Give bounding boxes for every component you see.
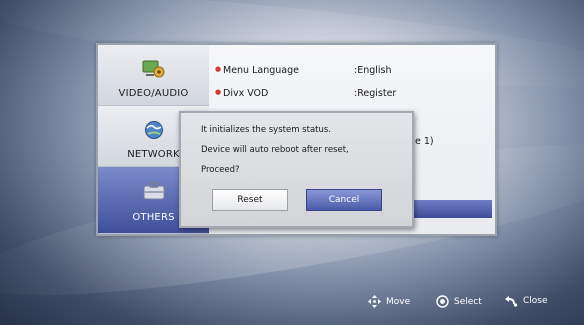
setting-label: Menu Language <box>223 65 299 76</box>
move-hint-label: Move <box>386 296 411 307</box>
close-hint-label: Close <box>523 296 548 306</box>
globe-network-icon <box>145 121 163 139</box>
toolbox-icon <box>143 182 165 200</box>
bullet-icon: ● <box>215 88 222 96</box>
select-hint: Select <box>436 295 482 308</box>
move-hint: Move <box>368 295 410 308</box>
setting-row-menu-language[interactable]: ● Menu Language :English <box>209 62 495 82</box>
reset-confirm-dialog: It initializes the system status. Device… <box>179 111 414 228</box>
setting-value: :English <box>354 65 392 76</box>
dpad-move-icon <box>368 295 381 308</box>
sidebar-item-video-audio[interactable]: VIDEO/AUDIO <box>98 45 209 106</box>
setting-value: :Register <box>354 88 397 99</box>
setting-label: Divx VOD <box>223 88 269 99</box>
setting-row-divx-vod[interactable]: ● Divx VOD :Register <box>209 85 495 105</box>
sidebar-item-label: VIDEO/AUDIO <box>118 88 189 99</box>
dialog-message-line: It initializes the system status. <box>201 125 332 135</box>
setting-value: e 1) <box>415 136 434 147</box>
video-audio-icon <box>142 60 165 78</box>
return-close-icon <box>505 296 518 307</box>
select-hint-label: Select <box>454 296 482 307</box>
reset-button[interactable]: Reset <box>212 189 288 211</box>
dialog-message-line: Proceed? <box>201 165 240 175</box>
close-hint: Close <box>504 295 548 307</box>
bullet-icon: ● <box>215 65 222 73</box>
dialog-message-line: Device will auto reboot after reset, <box>201 145 349 155</box>
cancel-button[interactable]: Cancel <box>306 189 382 211</box>
ok-select-icon <box>436 295 449 308</box>
